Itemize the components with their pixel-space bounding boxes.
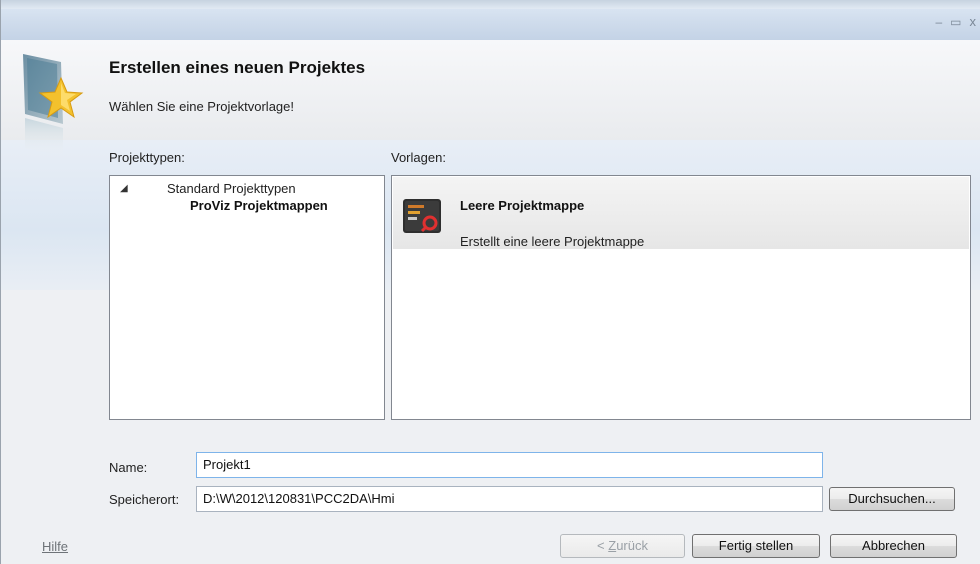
top-edge [1,0,980,9]
back-button[interactable]: < Zurück [560,534,685,558]
minimize-icon[interactable]: – [935,15,942,29]
header-band [1,40,980,140]
cancel-button[interactable]: Abbrechen [830,534,957,558]
wizard-star-icon [23,54,84,156]
page-subtitle: Wählen Sie eine Projektvorlage! [109,99,294,114]
finish-button[interactable]: Fertig stellen [692,534,820,558]
page-title: Erstellen eines neuen Projektes [109,58,366,77]
location-field[interactable]: D:\W\2012\120831\PCC2DA\Hmi [196,486,823,512]
project-types-label: Projekttypen: [109,150,185,165]
list-item[interactable]: Leere Projektmappe Erstellt eine leere P… [393,177,969,249]
tree-item-standard[interactable]: Standard Projekttypen [167,181,296,196]
project-types-tree[interactable]: ◢ Standard Projekttypen ProViz Projektma… [109,175,385,420]
templates-label: Vorlagen: [391,150,446,165]
new-project-dialog: – ▭ x Erstellen eines neuen Projektes Wä… [0,0,980,564]
back-label: urück [616,538,648,553]
tree-item-proviz[interactable]: ProViz Projektmappen [190,198,328,213]
back-accelerator: Z [608,538,617,553]
maximize-icon[interactable]: ▭ [950,15,961,29]
browse-button[interactable]: Durchsuchen... [829,487,955,511]
project-template-icon [403,199,441,233]
name-label: Name: [109,460,148,475]
close-icon[interactable]: x [970,15,977,29]
name-field[interactable]: Projekt1 [196,452,823,478]
expander-icon[interactable]: ◢ [120,183,128,194]
template-description: Erstellt eine leere Projektmappe [460,234,645,249]
templates-list[interactable]: Leere Projektmappe Erstellt eine leere P… [391,175,971,420]
template-title: Leere Projektmappe [460,198,585,213]
location-label: Speicherort: [109,492,180,507]
help-link[interactable]: Hilfe [42,539,68,554]
window-controls: – ▭ x [935,15,977,30]
back-prefix: < [597,538,609,553]
